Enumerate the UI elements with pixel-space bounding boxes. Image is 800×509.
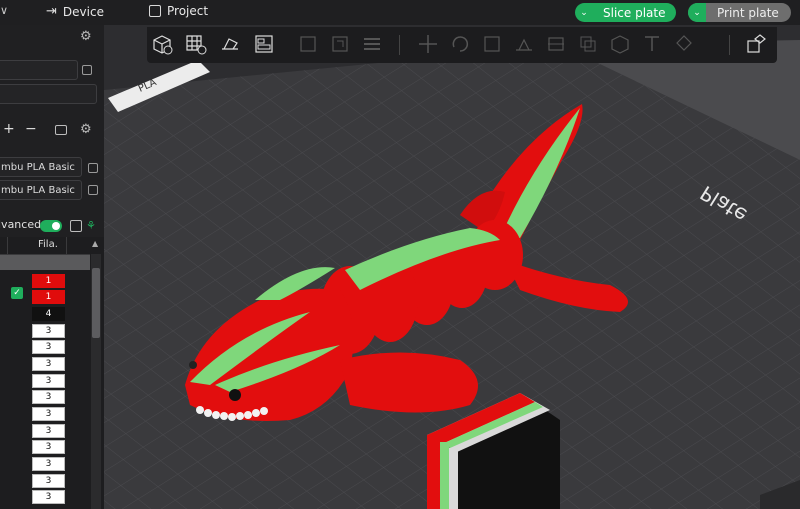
- slice-plate-button[interactable]: ⌄ Slice plate: [575, 3, 676, 22]
- shark-eye: [229, 389, 241, 401]
- filament-cell[interactable]: 1: [32, 290, 65, 304]
- split-objects-icon[interactable]: [297, 33, 319, 55]
- scrollbar[interactable]: [91, 254, 101, 509]
- column-divider: [66, 237, 67, 254]
- rotate-icon[interactable]: [449, 33, 471, 55]
- table-header: Fila.: [0, 237, 90, 255]
- remove-filament-button[interactable]: −: [25, 121, 37, 137]
- filament-cell[interactable]: 3: [32, 340, 65, 354]
- add-object-icon[interactable]: [151, 33, 173, 55]
- filament-cell[interactable]: 3: [32, 490, 65, 504]
- scrollbar-thumb[interactable]: [92, 268, 100, 338]
- gear-icon[interactable]: ⚙: [80, 29, 92, 44]
- filament-column-header: Fila.: [38, 239, 58, 250]
- column-divider: [7, 237, 8, 254]
- filament-slot-2[interactable]: mbu PLA Basic: [0, 180, 82, 200]
- slice-plate-label: Slice plate: [603, 5, 666, 20]
- tower-side-white: [449, 448, 458, 509]
- text-tool-icon[interactable]: [641, 33, 663, 55]
- chevron-down-icon[interactable]: ⌄: [688, 3, 706, 22]
- viewport-scene[interactable]: PLA Plate: [104, 25, 800, 509]
- project-label: Project: [167, 4, 209, 18]
- filament-cell[interactable]: 3: [32, 374, 65, 388]
- sync-ams-icon[interactable]: [55, 125, 67, 135]
- print-plate-button[interactable]: ⌄ Print plate: [688, 3, 791, 22]
- tower-side-red: [427, 435, 440, 509]
- view-toolbar: [147, 27, 777, 63]
- project-icon: [149, 5, 161, 17]
- filament-cell[interactable]: 3: [32, 474, 65, 488]
- filament-cell[interactable]: 1: [32, 274, 65, 288]
- edit-icon[interactable]: [88, 185, 98, 195]
- filament-cell[interactable]: 3: [32, 357, 65, 371]
- color-paint-icon[interactable]: [673, 33, 695, 55]
- left-panel: ⚙ + − ⚙ mbu PLA Basic mbu PLA Basic lvan…: [0, 25, 104, 509]
- layers-icon[interactable]: [361, 33, 383, 55]
- split-parts-icon[interactable]: [329, 33, 351, 55]
- project-tab[interactable]: Project: [149, 4, 208, 18]
- toolbar-divider: [399, 35, 400, 55]
- print-plate-label: Print plate: [717, 5, 779, 20]
- advanced-label: lvanced: [0, 218, 42, 231]
- filament-slot-1[interactable]: mbu PLA Basic: [0, 157, 82, 177]
- edit-icon[interactable]: [88, 163, 98, 173]
- plate-select[interactable]: [0, 84, 97, 104]
- list-icon[interactable]: [70, 220, 82, 232]
- filament-cell[interactable]: 3: [32, 440, 65, 454]
- add-filament-button[interactable]: +: [3, 121, 15, 137]
- move-icon[interactable]: [417, 33, 439, 55]
- printer-select[interactable]: [0, 60, 78, 80]
- add-plate-icon[interactable]: [185, 33, 207, 55]
- gear-icon[interactable]: ⚙: [80, 122, 92, 137]
- mesh-boolean-icon[interactable]: [577, 33, 599, 55]
- network-icon[interactable]: ⚘: [86, 219, 96, 232]
- table-row-selected[interactable]: [0, 255, 90, 270]
- shark-nostril: [189, 361, 197, 369]
- chevron-down-icon[interactable]: ⌄: [575, 3, 593, 22]
- device-icon: ⇥: [46, 4, 57, 19]
- auto-orient-icon[interactable]: [219, 33, 241, 55]
- device-tab-partial-chevron[interactable]: ∨: [0, 4, 8, 17]
- assembly-view-icon[interactable]: [745, 33, 767, 55]
- device-tab[interactable]: ⇥ Device: [46, 4, 104, 19]
- filament-cell[interactable]: 3: [32, 390, 65, 404]
- filament-cell[interactable]: 3: [32, 407, 65, 421]
- filament-cell[interactable]: 3: [32, 457, 65, 471]
- 3d-viewport[interactable]: PLA Plate: [104, 25, 800, 509]
- filament-cell[interactable]: 3: [32, 424, 65, 438]
- tower-side-green: [440, 442, 449, 509]
- filament-cell[interactable]: 4: [32, 307, 65, 321]
- support-paint-icon[interactable]: [609, 33, 631, 55]
- scale-icon[interactable]: [481, 33, 503, 55]
- advanced-toggle[interactable]: [40, 220, 62, 232]
- edit-icon[interactable]: [82, 65, 92, 75]
- cut-icon[interactable]: [545, 33, 567, 55]
- device-label: Device: [62, 4, 104, 19]
- lay-on-face-icon[interactable]: [513, 33, 535, 55]
- check-icon[interactable]: ✓: [11, 287, 23, 299]
- arrange-icon[interactable]: [253, 33, 275, 55]
- top-bar: ∨ ⇥ Device Project ⌄ Slice plate ⌄ Print…: [0, 0, 800, 25]
- toolbar-divider: [729, 35, 730, 55]
- filament-cell[interactable]: 3: [32, 324, 65, 338]
- collapse-icon[interactable]: ▲: [92, 239, 98, 248]
- pectoral-fin-left: [340, 352, 478, 413]
- object-list-table: Fila. ▲ ✓ 1 1 4 3 3 3 3 3 3 3 3 3 3 3: [0, 237, 104, 509]
